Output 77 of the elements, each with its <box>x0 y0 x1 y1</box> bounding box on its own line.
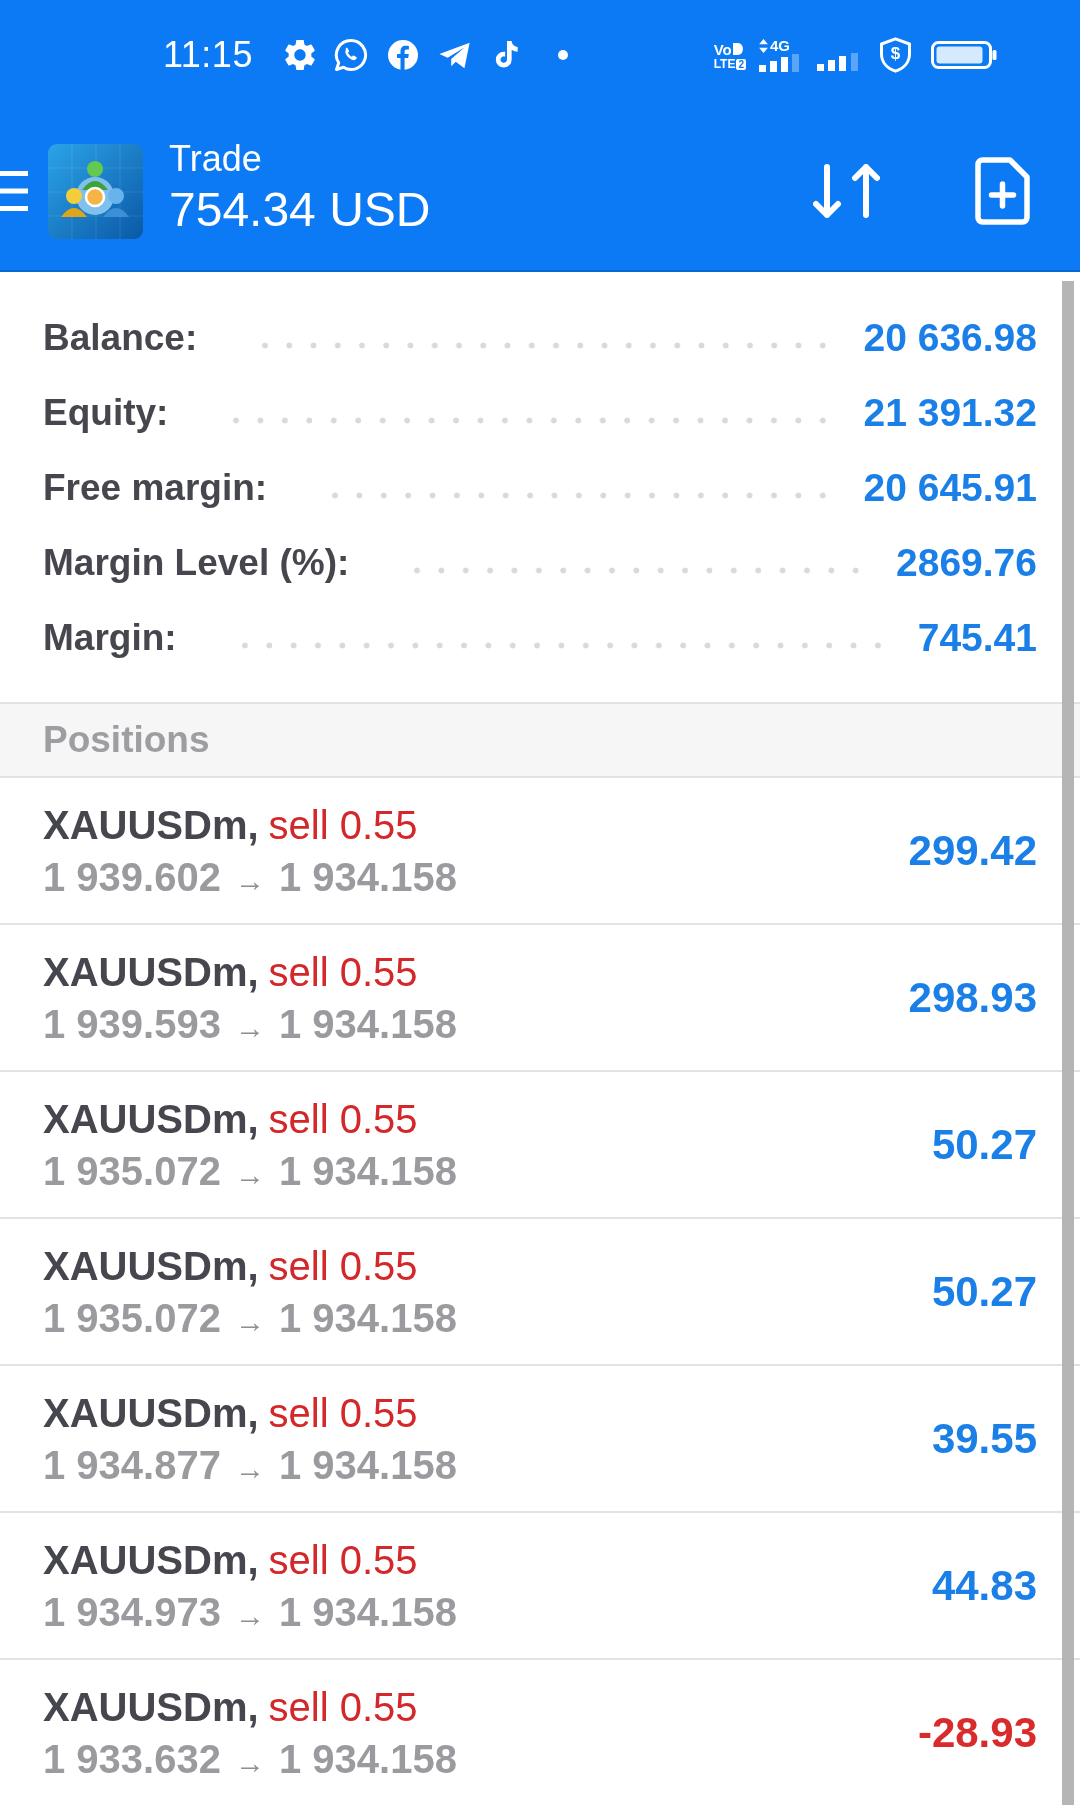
signal-icon <box>817 53 861 71</box>
status-time: 11:15 <box>163 35 253 75</box>
add-document-icon[interactable] <box>974 157 1030 225</box>
account-amount: 754.34 USD <box>169 182 431 238</box>
menu-icon[interactable] <box>0 169 30 213</box>
price-arrow: → <box>234 1303 265 1340</box>
summary-label: Equity: <box>43 391 169 434</box>
order-label: sell 0.55 <box>268 948 418 996</box>
current-price: 1 934.158 <box>278 1735 457 1783</box>
volte-label: Vo <box>713 41 732 57</box>
profit-value: 299.42 <box>908 826 1037 875</box>
open-price: 1 933.632 <box>43 1735 221 1783</box>
shield-icon <box>879 37 912 73</box>
symbol-label: XAUUSDm, <box>43 1095 259 1143</box>
price-arrow: → <box>234 1450 265 1487</box>
current-price: 1 934.158 <box>278 853 457 901</box>
summary-value: 20 636.98 <box>863 315 1037 360</box>
current-price: 1 934.158 <box>278 1588 457 1636</box>
open-price: 1 935.072 <box>43 1294 221 1342</box>
settings-icon <box>284 40 315 70</box>
sim-number: 2 <box>736 58 746 70</box>
open-price: 1 939.602 <box>43 853 221 901</box>
current-price: 1 934.158 <box>278 1147 457 1195</box>
section-header: Positions <box>0 702 1080 778</box>
summary-label: Balance: <box>43 316 198 359</box>
profit-value: 39.55 <box>931 1414 1037 1463</box>
profit-value: 298.93 <box>908 973 1037 1022</box>
price-arrow: → <box>234 1597 265 1634</box>
open-price: 1 934.973 <box>43 1588 221 1636</box>
current-price: 1 934.158 <box>278 1000 457 1048</box>
phone-bubble-icon <box>333 38 368 72</box>
price-arrow: → <box>234 1009 265 1046</box>
summary-value: 2869.76 <box>896 540 1037 585</box>
price-arrow: → <box>234 1156 265 1193</box>
signal-icon <box>759 54 801 72</box>
order-label: sell 0.55 <box>268 1683 418 1731</box>
up-down-arrows-icon <box>759 38 768 53</box>
app-logo-icon <box>48 143 143 239</box>
symbol-label: XAUUSDm, <box>43 948 259 996</box>
summary-value: 745.41 <box>917 615 1037 660</box>
screen-title: Trade <box>169 137 263 181</box>
order-label: sell 0.55 <box>268 1389 418 1437</box>
order-label: sell 0.55 <box>268 801 418 849</box>
current-price: 1 934.158 <box>278 1294 457 1342</box>
price-arrow: → <box>234 862 265 899</box>
open-price: 1 939.593 <box>43 1000 221 1048</box>
sort-arrows-icon[interactable] <box>813 164 880 218</box>
symbol-label: XAUUSDm, <box>43 1683 259 1731</box>
network-type: 4G <box>770 38 790 53</box>
profit-value: 44.83 <box>931 1561 1037 1610</box>
summary-label: Margin Level (%): <box>43 541 350 584</box>
open-price: 1 935.072 <box>43 1147 221 1195</box>
symbol-label: XAUUSDm, <box>43 1536 259 1584</box>
summary-label: Free margin: <box>43 466 268 509</box>
paper-plane-icon <box>437 40 472 70</box>
open-price: 1 934.877 <box>43 1441 221 1489</box>
profit-value: 50.27 <box>931 1267 1037 1316</box>
order-label: sell 0.55 <box>268 1536 418 1584</box>
profit-value: 50.27 <box>931 1120 1037 1169</box>
price-arrow: → <box>234 1744 265 1781</box>
summary-value: 21 391.32 <box>863 390 1037 435</box>
symbol-label: XAUUSDm, <box>43 1389 259 1437</box>
dollar-sign: $ <box>889 45 902 63</box>
summary-label: Margin: <box>43 616 177 659</box>
battery-icon <box>931 41 997 69</box>
symbol-label: XAUUSDm, <box>43 801 259 849</box>
music-note-icon <box>493 40 520 70</box>
summary-value: 20 645.91 <box>863 465 1037 510</box>
dot-icon <box>557 50 568 60</box>
sim-icon <box>732 42 743 56</box>
profit-value: -28.93 <box>917 1708 1037 1757</box>
symbol-label: XAUUSDm, <box>43 1242 259 1290</box>
lte-label: LTE <box>713 57 736 71</box>
current-price: 1 934.158 <box>278 1441 457 1489</box>
order-label: sell 0.55 <box>268 1242 418 1290</box>
order-label: sell 0.55 <box>268 1095 418 1143</box>
f-circle-icon <box>387 40 418 70</box>
